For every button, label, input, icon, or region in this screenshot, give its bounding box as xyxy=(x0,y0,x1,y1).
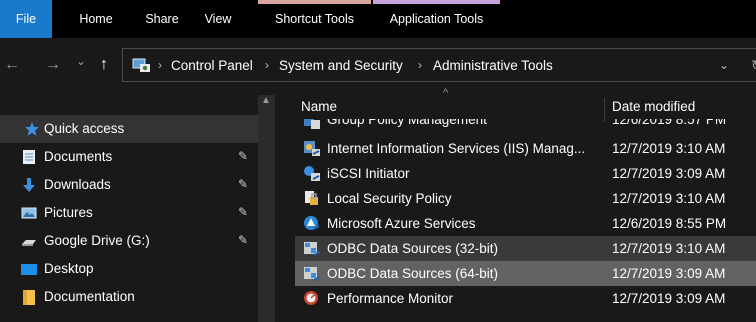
row-name: ODBC Data Sources (32-bit) xyxy=(327,241,499,256)
sidebar-item-documents[interactable]: Documents ✎ xyxy=(0,143,258,171)
pin-icon[interactable]: ✎ xyxy=(238,149,248,163)
recent-locations-button[interactable]: ⌄ xyxy=(76,51,86,71)
address-toolbar: ← → ⌄ ↑ › Control Panel › System and Sec… xyxy=(0,38,756,95)
iscsi-icon xyxy=(304,166,320,181)
desktop-icon xyxy=(21,264,37,275)
odbc-icon xyxy=(304,267,321,281)
sidebar-item-label: Pictures xyxy=(44,205,93,220)
iis-icon xyxy=(304,141,320,156)
address-bar[interactable]: › Control Panel › System and Security › … xyxy=(122,48,756,82)
breadcrumb-system-and-security[interactable]: System and Security xyxy=(279,58,403,73)
table-row[interactable]: Internet Information Services (IIS) Mana… xyxy=(295,136,756,161)
tab-share[interactable]: Share xyxy=(140,0,184,38)
breadcrumb-control-panel[interactable]: Control Panel xyxy=(171,58,253,73)
pin-icon[interactable]: ✎ xyxy=(238,233,248,247)
folder-icon xyxy=(23,290,35,305)
navigation-pane: Quick access Documents ✎ Downloads ✎ Pic… xyxy=(0,95,258,322)
breadcrumb-separator: › xyxy=(158,58,162,72)
navigation-scrollbar[interactable]: ▲ xyxy=(258,95,275,322)
row-name: Local Security Policy xyxy=(327,191,452,206)
control-panel-icon xyxy=(132,58,150,72)
breadcrumb-administrative-tools[interactable]: Administrative Tools xyxy=(433,58,553,73)
sidebar-item-label: Documents xyxy=(44,149,113,164)
table-row[interactable]: Microsoft Azure Services 12/6/2019 8:55 … xyxy=(295,211,756,236)
column-header-name[interactable]: Name xyxy=(301,99,337,114)
row-date: 12/7/2019 3:10 AM xyxy=(612,241,726,256)
row-date: 12/6/2019 8:55 PM xyxy=(612,216,727,231)
tab-application-tools[interactable]: Application Tools xyxy=(373,0,500,38)
sidebar-item-label: Desktop xyxy=(44,261,94,276)
star-icon xyxy=(25,122,39,136)
sidebar-item-label: Quick access xyxy=(44,121,125,136)
sidebar-item-documentation[interactable]: Documentation xyxy=(0,283,258,311)
refresh-button[interactable]: ↻ xyxy=(751,57,756,74)
row-date: 12/7/2019 3:09 AM xyxy=(612,291,726,306)
sidebar-item-label: Documentation xyxy=(44,289,135,304)
scroll-up-arrow-icon[interactable]: ▲ xyxy=(261,95,271,106)
table-row[interactable]: iSCSI Initiator 12/7/2019 3:09 AM xyxy=(295,161,756,186)
sort-indicator-icon: ^ xyxy=(443,87,449,99)
row-name: Microsoft Azure Services xyxy=(327,216,476,231)
table-row[interactable]: Local Security Policy 12/7/2019 3:10 AM xyxy=(295,186,756,211)
sidebar-item-label: Downloads xyxy=(44,177,111,192)
perfmon-icon xyxy=(304,291,318,305)
table-row[interactable]: ODBC Data Sources (32-bit) 12/7/2019 3:1… xyxy=(295,236,756,261)
documents-icon xyxy=(23,150,35,164)
row-name: iSCSI Initiator xyxy=(327,166,410,181)
back-button[interactable]: ← xyxy=(4,55,20,75)
breadcrumb-separator: › xyxy=(265,58,269,72)
drive-icon xyxy=(22,240,36,246)
table-row[interactable]: ODBC Data Sources (64-bit) 12/7/2019 3:0… xyxy=(295,261,756,286)
row-date: 12/7/2019 3:10 AM xyxy=(612,191,726,206)
table-row[interactable]: Group Policy Management 12/6/2019 8:57 P… xyxy=(295,119,756,131)
row-name: Performance Monitor xyxy=(327,291,454,306)
row-date: 12/7/2019 3:09 AM xyxy=(612,166,726,181)
column-header-date-modified[interactable]: Date modified xyxy=(612,99,695,114)
tab-file[interactable]: File xyxy=(0,0,52,38)
tab-view[interactable]: View xyxy=(198,0,238,38)
ribbon-tabs: File Home Share View Shortcut Tools Appl… xyxy=(0,0,756,38)
sidebar-item-label: Google Drive (G:) xyxy=(44,233,150,248)
up-button[interactable]: ↑ xyxy=(100,55,108,75)
odbc-icon xyxy=(304,242,321,256)
sidebar-item-quick-access[interactable]: Quick access xyxy=(0,115,258,143)
pictures-icon xyxy=(21,207,37,219)
pin-icon[interactable]: ✎ xyxy=(238,177,248,191)
row-name: Internet Information Services (IIS) Mana… xyxy=(327,141,586,156)
sidebar-item-desktop[interactable]: Desktop xyxy=(0,255,258,283)
row-date: 12/7/2019 3:09 AM xyxy=(612,266,726,281)
sidebar-item-pictures[interactable]: Pictures ✎ xyxy=(0,199,258,227)
table-row[interactable]: Performance Monitor 12/7/2019 3:09 AM xyxy=(295,286,756,311)
row-name: ODBC Data Sources (64-bit) xyxy=(327,266,499,281)
breadcrumb-separator: › xyxy=(418,58,422,72)
file-list: ^ Name Date modified Group Policy Manage… xyxy=(275,87,756,322)
row-name: Group Policy Management xyxy=(327,119,487,127)
forward-button[interactable]: → xyxy=(45,55,61,75)
tab-shortcut-tools[interactable]: Shortcut Tools xyxy=(258,0,371,38)
download-icon xyxy=(23,178,35,192)
security-policy-icon xyxy=(305,191,318,205)
pin-icon[interactable]: ✎ xyxy=(238,205,248,219)
sidebar-item-downloads[interactable]: Downloads ✎ xyxy=(0,171,258,199)
address-dropdown-button[interactable]: ⌄ xyxy=(719,58,729,72)
azure-icon xyxy=(304,216,320,230)
policy-icon xyxy=(304,119,320,129)
row-date: 12/6/2019 8:57 PM xyxy=(612,119,727,127)
tab-home[interactable]: Home xyxy=(74,0,118,38)
row-date: 12/7/2019 3:10 AM xyxy=(612,141,726,156)
sidebar-item-google-drive[interactable]: Google Drive (G:) ✎ xyxy=(0,227,258,255)
